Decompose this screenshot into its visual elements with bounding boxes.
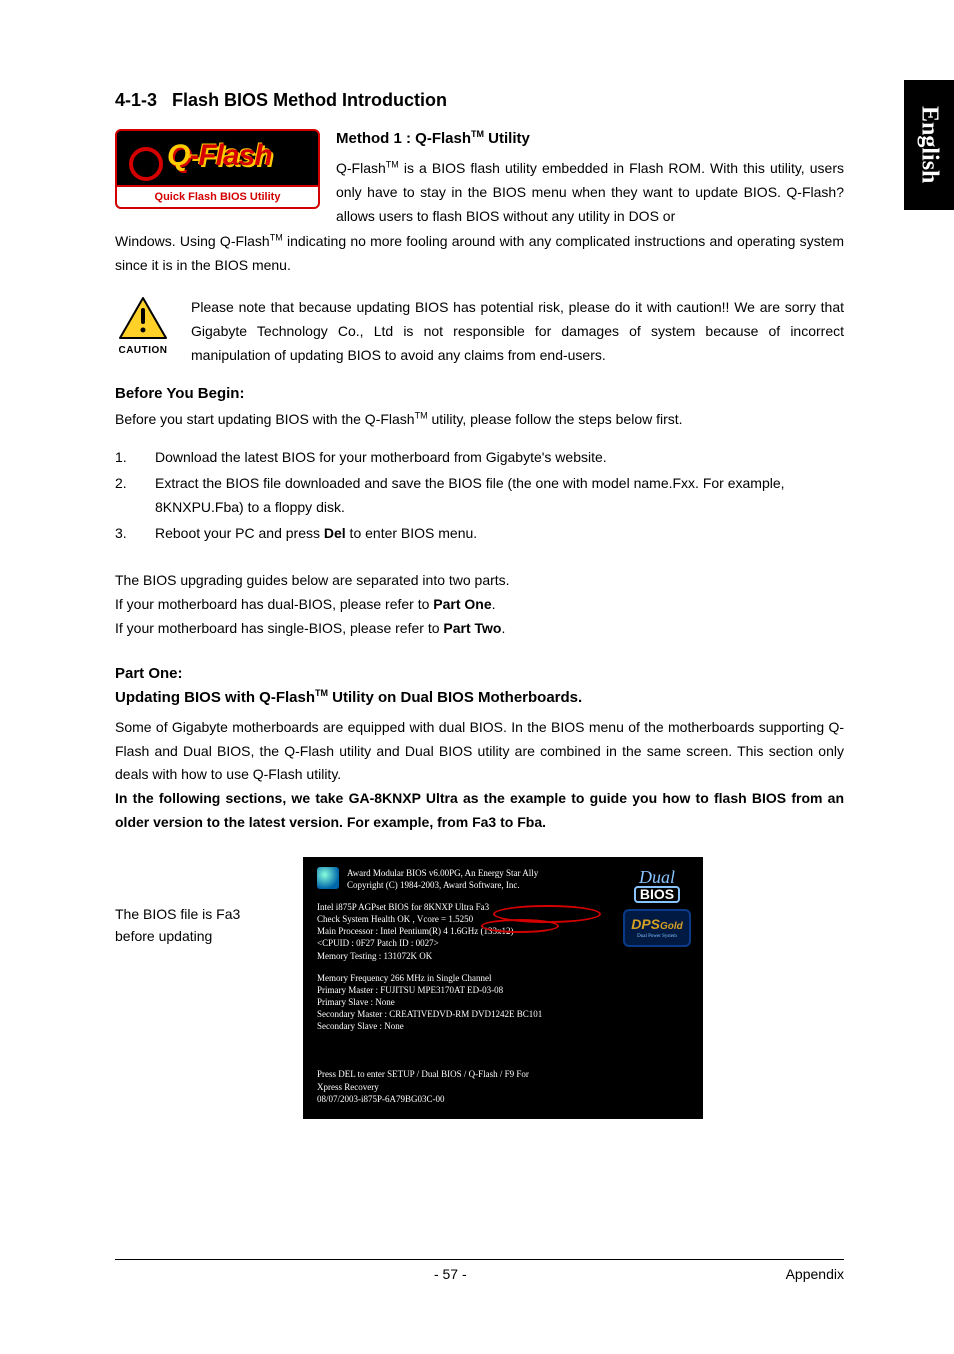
section-title-text: Flash BIOS Method Introduction [172, 90, 447, 110]
bios-line: Secondary Master : CREATIVEDVD-RM DVD124… [317, 1008, 689, 1020]
dual-bios-logo: Dual BIOS [634, 869, 680, 903]
guides-intro-3: If your motherboard has single-BIOS, ple… [115, 617, 844, 641]
before-begin-intro: Before you start updating BIOS with the … [115, 408, 844, 432]
guides-intro-1: The BIOS upgrading guides below are sepa… [115, 569, 844, 593]
before-begin-heading: Before You Begin: [115, 385, 844, 402]
part-one-p1: Some of Gigabyte motherboards are equipp… [115, 716, 844, 787]
page-number: - 57 - [434, 1266, 467, 1282]
bios-line: Primary Slave : None [317, 996, 689, 1008]
step-text: Download the latest BIOS for your mother… [155, 446, 607, 470]
qflash-logo-subtitle: Quick Flash BIOS Utility [117, 185, 318, 207]
energy-star-icon [317, 867, 339, 889]
bios-line: Secondary Slave : None [317, 1020, 689, 1032]
step-item: 3.Reboot your PC and press Del to enter … [115, 522, 844, 546]
highlight-circle-icon [481, 919, 559, 933]
step-item: 1.Download the latest BIOS for your moth… [115, 446, 844, 470]
qflash-logo: Q-Flash Quick Flash BIOS Utility [115, 129, 320, 209]
screenshot-caption: The BIOS file is Fa3 before updating [115, 857, 275, 948]
part-one-heading: Part One: [115, 665, 844, 682]
method1-intro-p1: Q-FlashTM is a BIOS flash utility embedd… [336, 157, 844, 228]
part-one-p2: In the following sections, we take GA-8K… [115, 787, 844, 835]
step-text: Reboot your PC and press Del to enter BI… [155, 522, 477, 546]
method1-heading: Method 1 : Q-FlashTM Utility [336, 129, 844, 147]
section-title: 4-1-3 Flash BIOS Method Introduction [115, 90, 844, 111]
page-footer: - 57 - Appendix [115, 1259, 844, 1282]
caution-text: Please note that because updating BIOS h… [191, 296, 844, 367]
dps-logo: DPSGold Dual Power System [623, 909, 691, 947]
method1-intro-p2: Windows. Using Q-FlashTM indicating no m… [115, 230, 844, 278]
bios-line: 08/07/2003-i875P-6A79BG03C-00 [317, 1093, 689, 1105]
bios-line: Award Modular BIOS v6.00PG, An Energy St… [347, 867, 538, 879]
bios-line: Primary Master : FUJITSU MPE3170AT ED-03… [317, 984, 689, 996]
bios-line: Memory Testing : 131072K OK [317, 950, 689, 962]
chip-icon [129, 147, 163, 181]
steps-list: 1.Download the latest BIOS for your moth… [115, 446, 844, 545]
bios-line: Press DEL to enter SETUP / Dual BIOS / Q… [317, 1068, 689, 1080]
guides-intro-2: If your motherboard has dual-BIOS, pleas… [115, 593, 844, 617]
bios-line: Copyright (C) 1984-2003, Award Software,… [347, 879, 538, 891]
part-one-subheading: Updating BIOS with Q-FlashTM Utility on … [115, 688, 844, 706]
footer-section: Appendix [786, 1266, 844, 1282]
warning-triangle-icon [118, 296, 168, 340]
caution-label: CAUTION [115, 345, 171, 356]
bios-line: Xpress Recovery [317, 1081, 689, 1093]
qflash-logo-text: Q-Flash [167, 139, 272, 173]
page-content: 4-1-3 Flash BIOS Method Introduction Q-F… [0, 0, 954, 1354]
bios-post-screenshot: Award Modular BIOS v6.00PG, An Energy St… [303, 857, 703, 1119]
caution-icon: CAUTION [115, 296, 171, 356]
step-item: 2.Extract the BIOS file downloaded and s… [115, 472, 844, 520]
section-number: 4-1-3 [115, 90, 157, 110]
bios-line: Memory Frequency 266 MHz in Single Chann… [317, 972, 689, 984]
step-text: Extract the BIOS file downloaded and sav… [155, 472, 844, 520]
